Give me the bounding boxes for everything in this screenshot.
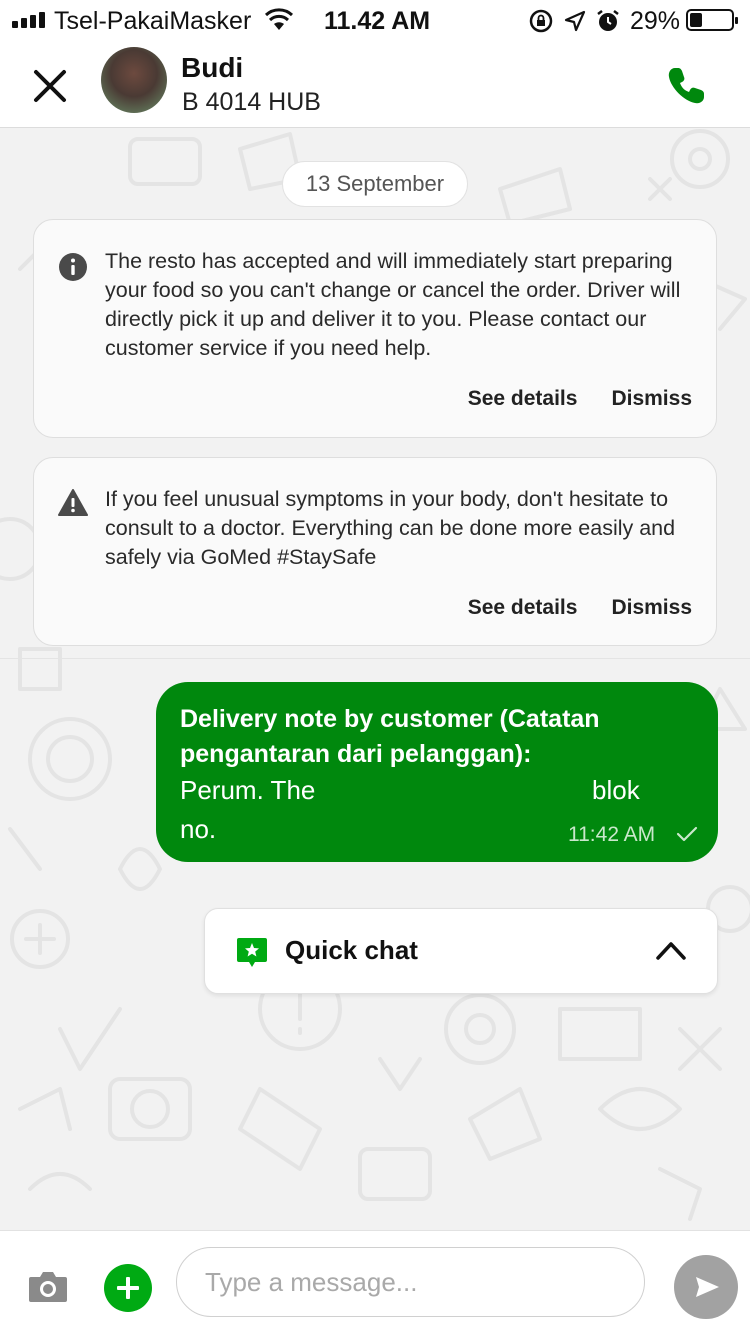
sent-message-bubble: Delivery note by customer (Catatan penga…	[156, 682, 718, 862]
health-warning-card: If you feel unusual symptoms in your bod…	[33, 457, 717, 646]
check-icon	[676, 826, 698, 842]
location-icon	[564, 10, 586, 32]
quick-chat-panel[interactable]: Quick chat	[204, 908, 718, 994]
battery-percent: 29%	[630, 7, 681, 35]
battery-icon	[686, 9, 738, 31]
quick-chat-star-icon	[237, 938, 267, 967]
dismiss-button[interactable]: Dismiss	[611, 387, 692, 411]
contact-plate: B 4014 HUB	[182, 88, 321, 116]
chat-header: Budi B 4014 HUB	[0, 40, 750, 128]
phone-icon[interactable]	[664, 64, 708, 108]
wifi-icon	[264, 8, 294, 30]
rotation-lock-icon	[529, 9, 553, 33]
message-timestamp: 11:42 AM	[568, 823, 656, 846]
message-body-end: no.	[180, 814, 217, 844]
card-message: If you feel unusual symptoms in your bod…	[105, 487, 676, 569]
divider	[0, 658, 750, 659]
quick-chat-label: Quick chat	[285, 935, 418, 965]
date-separator: 13 September	[282, 161, 468, 207]
message-input[interactable]	[176, 1247, 645, 1317]
see-details-button[interactable]: See details	[468, 596, 578, 620]
message-body-start: Perum. The	[180, 775, 316, 805]
message-title: Delivery note by customer (Catatan penga…	[180, 705, 600, 768]
alarm-icon	[597, 10, 619, 31]
message-input-bar	[0, 1230, 750, 1334]
send-button[interactable]	[674, 1255, 738, 1319]
see-details-button[interactable]: See details	[468, 387, 578, 411]
warning-icon	[58, 489, 88, 516]
camera-icon[interactable]	[28, 1269, 68, 1303]
add-attachment-button[interactable]	[104, 1264, 152, 1312]
avatar	[101, 47, 167, 113]
order-info-card: The resto has accepted and will immediat…	[33, 219, 717, 438]
contact-name: Budi	[181, 52, 244, 83]
carrier-name: Tsel-PakaiMasker	[54, 7, 252, 35]
status-bar: Tsel-PakaiMasker 11.42 AM 29%	[0, 0, 750, 40]
signal-icon	[12, 12, 45, 28]
close-icon[interactable]	[28, 64, 72, 108]
card-message: The resto has accepted and will immediat…	[105, 249, 681, 360]
chevron-up-icon[interactable]	[655, 939, 687, 961]
status-time: 11.42 AM	[324, 7, 431, 35]
dismiss-button[interactable]: Dismiss	[611, 596, 692, 620]
message-body-mid: blok	[592, 775, 640, 805]
info-icon	[59, 253, 87, 281]
send-icon	[696, 1277, 719, 1297]
